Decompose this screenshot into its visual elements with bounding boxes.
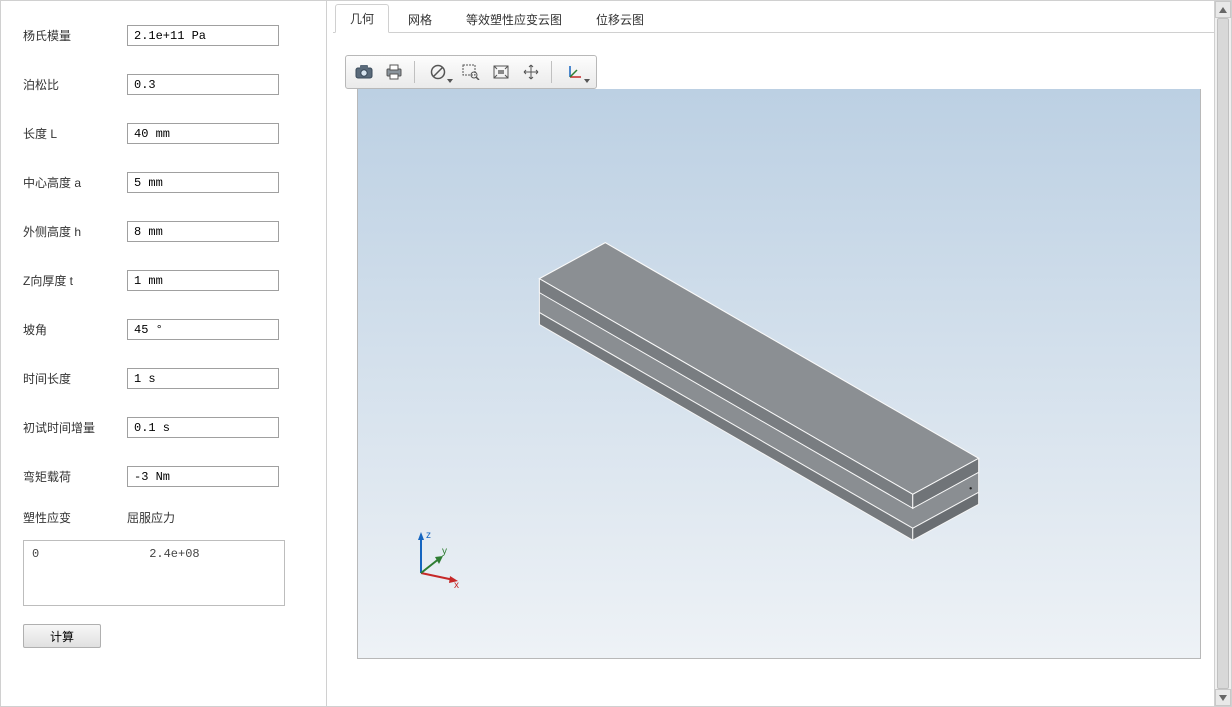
- col-header-yield-stress: 屈服应力: [127, 509, 175, 526]
- label-poisson-ratio: 泊松比: [23, 76, 127, 93]
- label-z-thickness-t: Z向厚度 t: [23, 272, 127, 289]
- toolbar-separator: [414, 61, 415, 83]
- geometry-render: [358, 89, 1200, 658]
- tab-peeq-contour[interactable]: 等效塑性应变云图: [451, 5, 577, 33]
- axis-x-label: x: [454, 580, 459, 588]
- scroll-up-button[interactable]: [1215, 1, 1231, 18]
- camera-icon[interactable]: [350, 59, 378, 85]
- input-slope-angle[interactable]: [127, 319, 279, 340]
- input-moment-load[interactable]: [127, 466, 279, 487]
- result-tabs: 几何 网格 等效塑性应变云图 位移云图: [333, 7, 1225, 33]
- input-youngs-modulus[interactable]: [127, 25, 279, 46]
- tab-geometry[interactable]: 几何: [335, 4, 389, 33]
- vertical-scrollbar[interactable]: [1214, 1, 1231, 706]
- input-poisson-ratio[interactable]: [127, 74, 279, 95]
- zoom-window-icon[interactable]: [457, 59, 485, 85]
- viewport-toolbar: [345, 55, 597, 89]
- label-youngs-modulus: 杨氏模量: [23, 27, 127, 44]
- axis-z-label: z: [426, 530, 431, 541]
- geometry-viewport[interactable]: z x y: [357, 89, 1201, 659]
- plastic-table-header-row: 塑性应变 屈服应力: [23, 509, 304, 526]
- tab-displacement-contour[interactable]: 位移云图: [581, 5, 659, 33]
- field-initial-time-increment: 初试时间增量: [23, 417, 304, 438]
- field-z-thickness-t: Z向厚度 t: [23, 270, 304, 291]
- field-center-height-a: 中心高度 a: [23, 172, 304, 193]
- scrollbar-thumb[interactable]: [1217, 18, 1229, 689]
- chevron-down-icon: [447, 79, 453, 83]
- input-time-length[interactable]: [127, 368, 279, 389]
- field-moment-load: 弯矩载荷: [23, 466, 304, 487]
- toolbar-container: z x y: [333, 55, 1225, 671]
- label-moment-load: 弯矩载荷: [23, 468, 127, 485]
- field-poisson-ratio: 泊松比: [23, 74, 304, 95]
- orientation-triad: z x y: [406, 528, 466, 588]
- table-cell-yield-stress: 2.4e+08: [149, 547, 199, 599]
- col-header-plastic-strain: 塑性应变: [23, 509, 127, 526]
- label-length-l: 长度 L: [23, 125, 127, 142]
- app-root: 杨氏模量 泊松比 长度 L 中心高度 a 外侧高度 h Z向厚度 t 坡角 时: [0, 0, 1232, 707]
- field-length-l: 长度 L: [23, 123, 304, 144]
- chevron-down-icon: [584, 79, 590, 83]
- parameter-sidebar: 杨氏模量 泊松比 长度 L 中心高度 a 外侧高度 h Z向厚度 t 坡角 时: [1, 1, 327, 706]
- scrollbar-track[interactable]: [1215, 18, 1231, 689]
- fit-all-icon[interactable]: [487, 59, 515, 85]
- input-initial-time-increment[interactable]: [127, 417, 279, 438]
- scroll-down-button[interactable]: [1215, 689, 1231, 706]
- toolbar-separator: [551, 61, 552, 83]
- field-time-length: 时间长度: [23, 368, 304, 389]
- main-panel: 几何 网格 等效塑性应变云图 位移云图: [327, 1, 1231, 706]
- pan-icon[interactable]: [517, 59, 545, 85]
- compute-button[interactable]: 计算: [23, 624, 101, 648]
- field-outer-height-h: 外侧高度 h: [23, 221, 304, 242]
- axes-dropdown-icon[interactable]: [558, 59, 592, 85]
- label-time-length: 时间长度: [23, 370, 127, 387]
- input-length-l[interactable]: [127, 123, 279, 144]
- tab-mesh[interactable]: 网格: [393, 5, 447, 33]
- input-z-thickness-t[interactable]: [127, 270, 279, 291]
- label-center-height-a: 中心高度 a: [23, 174, 127, 191]
- field-slope-angle: 坡角: [23, 319, 304, 340]
- label-outer-height-h: 外侧高度 h: [23, 223, 127, 240]
- field-youngs-modulus: 杨氏模量: [23, 25, 304, 46]
- input-outer-height-h[interactable]: [127, 221, 279, 242]
- plastic-data-table[interactable]: 0 2.4e+08: [23, 540, 285, 606]
- input-center-height-a[interactable]: [127, 172, 279, 193]
- label-slope-angle: 坡角: [23, 321, 127, 338]
- print-icon[interactable]: [380, 59, 408, 85]
- label-initial-time-increment: 初试时间增量: [23, 419, 127, 436]
- axis-y-label: y: [442, 546, 447, 557]
- table-cell-plastic-strain: 0: [32, 547, 39, 599]
- clear-dropdown-icon[interactable]: [421, 59, 455, 85]
